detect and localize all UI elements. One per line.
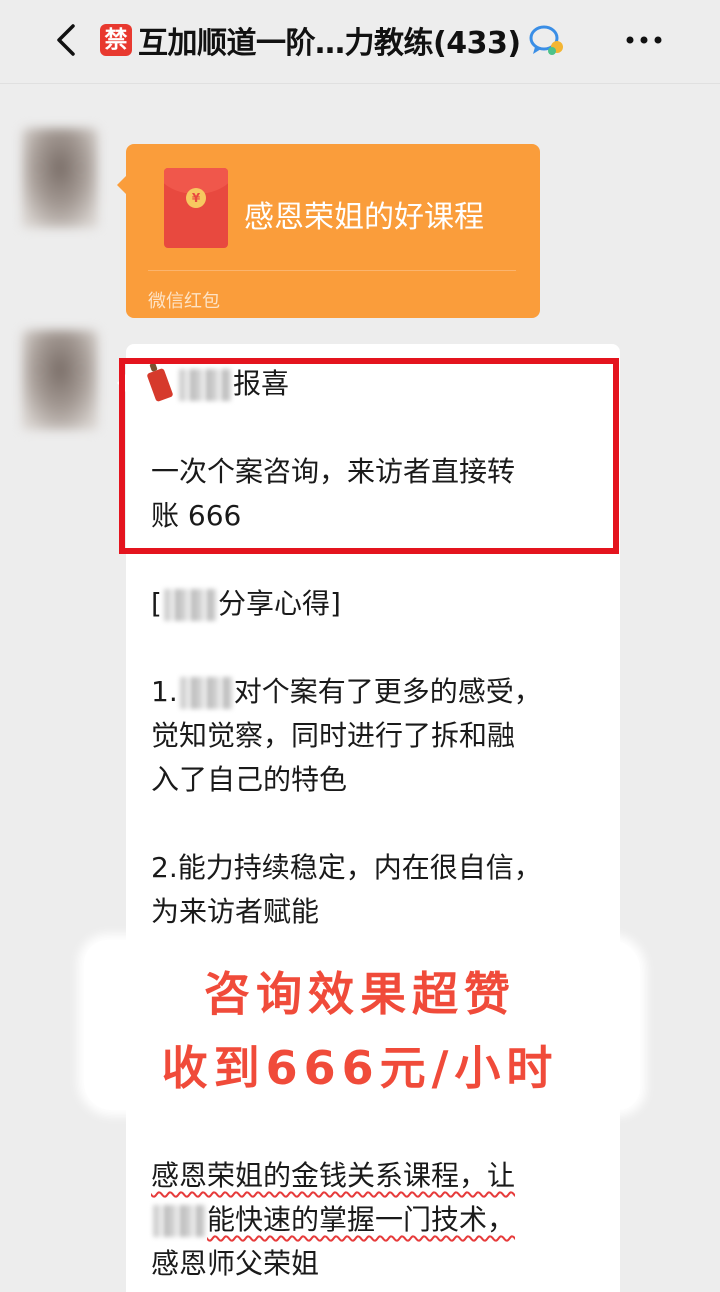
blurred-name <box>153 1205 205 1237</box>
point-1-line: 觉知觉察，同时进行了拆和融 <box>151 719 516 752</box>
banned-badge: 禁 <box>100 24 132 56</box>
closing-line: 感恩荣姐的金钱关系课程，让 <box>151 1159 516 1192</box>
promo-line-2: 收到666元/小时 <box>161 1041 559 1095</box>
point-2-line: 为来访者赋能 <box>151 895 320 928</box>
headline-line: 报喜 <box>146 364 290 404</box>
more-dots-icon <box>626 36 662 44</box>
bracket-open: [ <box>151 587 162 620</box>
group-chat-icon[interactable] <box>527 23 565 57</box>
point-1-line: 1. 对个案有了更多的感受， <box>151 672 542 712</box>
point-2-line: 2.能力持续稳定，内在很自信， <box>151 851 542 884</box>
blurred-name <box>179 369 231 401</box>
closing-text: 能快速的掌握一门技术， <box>207 1203 516 1236</box>
red-envelope-icon: ¥ <box>164 168 228 248</box>
share-suffix: 分享心得] <box>217 587 341 620</box>
divider <box>148 270 516 271</box>
red-packet-title: 感恩荣姐的好课程 <box>244 200 484 235</box>
closing-line: 感恩师父荣姐 <box>151 1247 320 1280</box>
more-button[interactable] <box>622 18 666 62</box>
promo-line-1: 咨询效果超赞 <box>204 967 516 1021</box>
sender-avatar[interactable] <box>22 330 98 430</box>
point-number: 1. <box>151 675 178 708</box>
red-packet-label: 微信红包 <box>148 291 220 312</box>
point-1-line: 入了自己的特色 <box>151 763 348 796</box>
group-name: 互加顺道一阶…力教练(433) <box>138 26 521 61</box>
back-button[interactable] <box>46 18 86 62</box>
sender-avatar[interactable] <box>22 128 98 228</box>
chat-header: 禁 互加顺道一阶…力教练(433) <box>0 0 720 84</box>
headline-suffix: 报喜 <box>233 367 290 400</box>
summary-line: 账 666 <box>151 499 242 532</box>
yuan-coin-icon: ¥ <box>186 188 206 208</box>
red-packet-message[interactable]: ¥ 感恩荣姐的好课程 微信红包 <box>117 144 540 318</box>
chevron-left-icon <box>57 24 75 56</box>
blurred-name <box>163 589 216 621</box>
closing-line: 能快速的掌握一门技术， <box>151 1200 515 1240</box>
chat-title: 禁 互加顺道一阶…力教练(433) <box>100 18 565 62</box>
blurred-name <box>179 677 232 709</box>
summary-line: 一次个案咨询，来访者直接转 <box>151 455 516 488</box>
share-heading: [ 分享心得] <box>151 584 341 624</box>
point-text: 对个案有了更多的感受， <box>233 675 542 708</box>
firecracker-icon <box>146 367 174 403</box>
